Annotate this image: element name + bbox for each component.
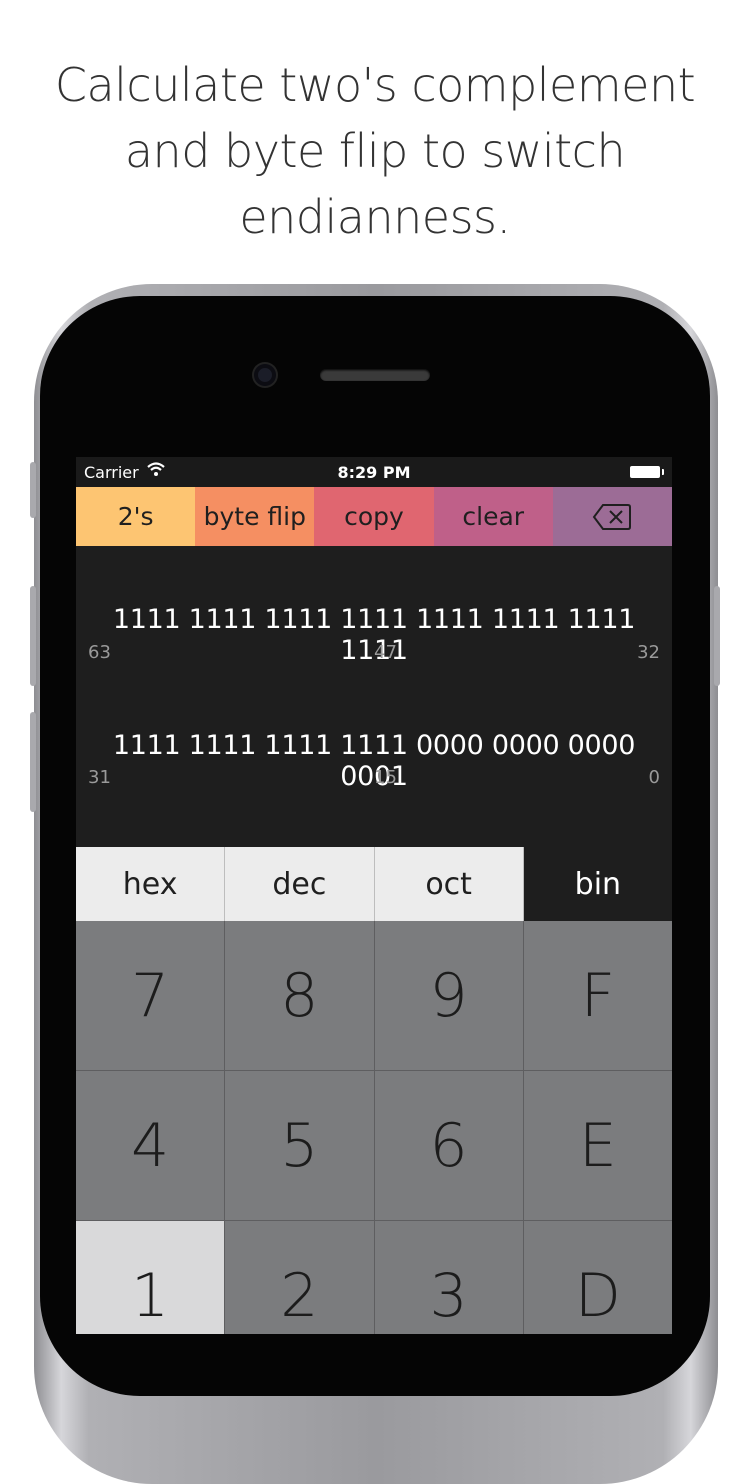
front-camera: [254, 364, 276, 386]
key-1[interactable]: 1: [76, 1221, 225, 1334]
base-oct-tab[interactable]: oct: [374, 847, 524, 921]
key-6[interactable]: 6: [374, 1071, 523, 1220]
headline-line-3: endianness.: [239, 190, 511, 244]
clear-button[interactable]: clear: [433, 487, 553, 546]
earpiece-speaker: [320, 369, 430, 381]
copy-label: copy: [344, 502, 404, 531]
key-3[interactable]: 3: [374, 1221, 523, 1334]
base-dec-tab[interactable]: dec: [225, 847, 375, 921]
twos-complement-label: 2's: [117, 502, 154, 531]
headline-line-1: Calculate two's complement: [54, 58, 696, 112]
clear-label: clear: [462, 502, 525, 531]
bit-label-0: 0: [648, 767, 660, 788]
bit-label-63: 63: [88, 642, 111, 663]
bit-label-32: 32: [637, 642, 660, 663]
key-7[interactable]: 7: [76, 921, 225, 1070]
bit-label-15: 15: [374, 767, 397, 788]
byte-flip-label: byte flip: [203, 502, 306, 531]
binary-display: 1111 1111 1111 1111 1111 1111 1111 1111 …: [76, 546, 672, 847]
status-time: 8:29 PM: [337, 463, 411, 482]
status-bar: Carrier 8:29 PM: [76, 457, 672, 487]
copy-button[interactable]: copy: [314, 487, 434, 546]
backspace-button[interactable]: [552, 487, 672, 546]
key-d[interactable]: D: [523, 1221, 672, 1334]
headline: Calculate two's complement and byte flip…: [0, 52, 750, 250]
toolbar: 2's byte flip copy clear: [76, 487, 672, 546]
mute-switch: [30, 462, 36, 518]
base-hex-tab[interactable]: hex: [76, 847, 226, 921]
key-4[interactable]: 4: [76, 1071, 225, 1220]
key-9[interactable]: 9: [374, 921, 523, 1070]
key-e[interactable]: E: [523, 1071, 672, 1220]
key-5[interactable]: 5: [225, 1071, 374, 1220]
headline-line-2: and byte flip to switch: [124, 124, 626, 178]
key-2[interactable]: 2: [225, 1221, 374, 1334]
bit-label-31: 31: [88, 767, 111, 788]
key-8[interactable]: 8: [225, 921, 374, 1070]
keypad: 7 8 9 F 4 5 6 E 1 2 3 D: [76, 921, 672, 1334]
backspace-icon: [593, 503, 632, 530]
battery-icon: [630, 466, 664, 478]
byte-flip-button[interactable]: byte flip: [195, 487, 315, 546]
power-button: [714, 586, 720, 686]
volume-down-button: [30, 712, 36, 812]
key-f[interactable]: F: [523, 921, 672, 1070]
volume-up-button: [30, 586, 36, 686]
base-selector: hex dec oct bin: [76, 847, 672, 921]
twos-complement-button[interactable]: 2's: [76, 487, 196, 546]
bit-label-47: 47: [374, 642, 397, 663]
app-screen: Carrier 8:29 PM 2's byte flip copy clear: [76, 457, 672, 1334]
base-bin-tab[interactable]: bin: [523, 847, 672, 921]
